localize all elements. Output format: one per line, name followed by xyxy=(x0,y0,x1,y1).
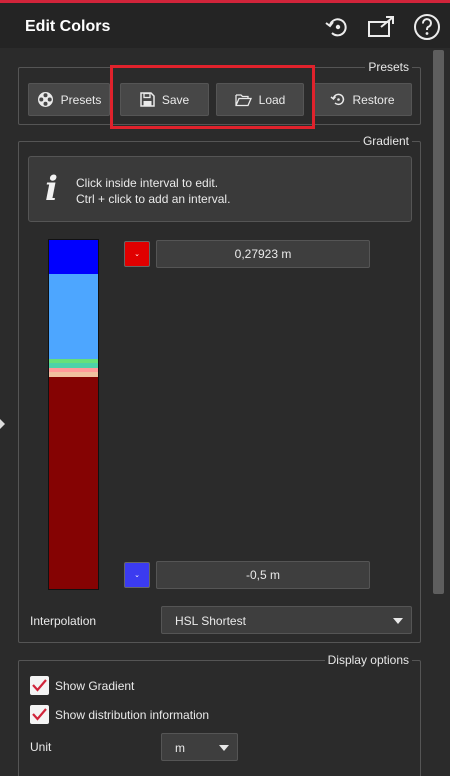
interpolation-select-value: HSL Shortest xyxy=(175,614,246,628)
restore-icon xyxy=(331,93,345,106)
checkmark-icon xyxy=(32,679,47,692)
restore-button-label: Restore xyxy=(352,92,395,107)
gradient-bar[interactable] xyxy=(48,239,99,590)
restore-button[interactable]: Restore xyxy=(313,83,412,116)
top-value-field[interactable]: 0,27923 m xyxy=(156,240,370,268)
interpolation-select[interactable]: HSL Shortest xyxy=(161,606,412,634)
show-gradient-label[interactable]: Show Gradient xyxy=(55,679,134,693)
presets-legend: Presets xyxy=(365,60,412,74)
popout-icon[interactable] xyxy=(367,13,395,41)
gradient-segment-dark-red[interactable] xyxy=(49,377,98,589)
info-line-1: Click inside interval to edit. xyxy=(76,176,219,190)
show-gradient-checkbox[interactable] xyxy=(30,676,49,695)
save-load-highlight-box xyxy=(110,65,315,129)
show-distribution-label[interactable]: Show distribution information xyxy=(55,708,209,722)
gradient-segment-light-blue[interactable] xyxy=(49,274,98,359)
display-options-legend: Display options xyxy=(324,653,412,667)
dropdown-arrow-icon xyxy=(219,745,229,751)
scrollbar-thumb[interactable] xyxy=(433,50,444,594)
info-line-2: Ctrl + click to add an interval. xyxy=(76,192,231,206)
chevron-down-icon: ⌄ xyxy=(134,572,140,579)
show-distribution-checkbox[interactable] xyxy=(30,705,49,724)
unit-select-value: m xyxy=(175,741,185,755)
bottom-color-swatch[interactable]: ⌄ xyxy=(124,562,150,588)
interpolation-label: Interpolation xyxy=(30,614,97,628)
checkmark-icon xyxy=(32,708,47,721)
top-color-swatch[interactable]: ⌄ xyxy=(124,241,150,267)
gradient-segment-blue[interactable] xyxy=(49,240,98,274)
bottom-value-field[interactable]: -0,5 m xyxy=(156,561,370,589)
dropdown-arrow-icon xyxy=(393,618,403,624)
film-reel-icon xyxy=(37,92,53,107)
collapse-arrow-icon[interactable] xyxy=(0,419,5,429)
help-icon[interactable] xyxy=(413,13,441,41)
chevron-down-icon: ⌄ xyxy=(134,251,140,258)
panel-header: Edit Colors xyxy=(0,3,450,48)
presets-button[interactable]: Presets xyxy=(28,83,110,116)
unit-label: Unit xyxy=(30,740,52,754)
gradient-legend: Gradient xyxy=(359,134,412,148)
info-box: i Click inside interval to edit. Ctrl + … xyxy=(28,156,412,222)
unit-select[interactable]: m xyxy=(161,733,238,761)
panel-title: Edit Colors xyxy=(25,18,111,35)
presets-button-label: Presets xyxy=(60,92,102,107)
info-icon: i xyxy=(45,169,58,209)
reset-icon[interactable] xyxy=(323,13,351,41)
